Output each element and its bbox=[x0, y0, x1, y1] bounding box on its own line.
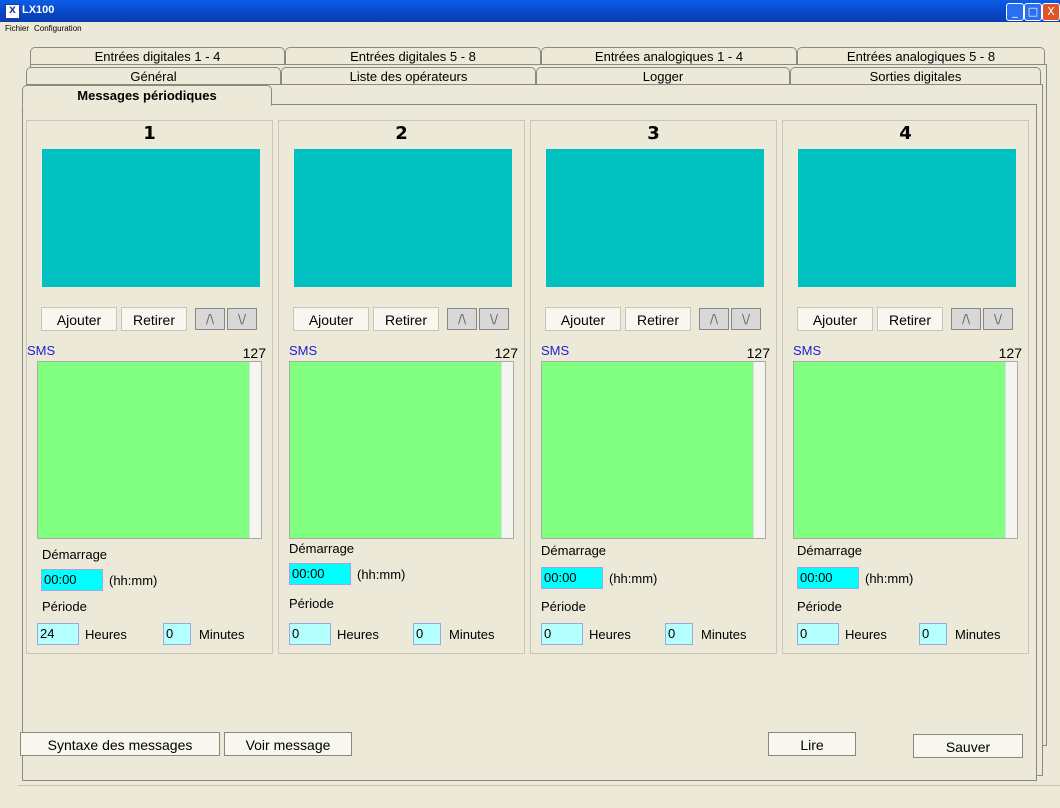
hours-label: Heures bbox=[337, 627, 379, 642]
minutes-input[interactable]: 0 bbox=[919, 623, 947, 645]
sms-label: SMS bbox=[27, 343, 56, 358]
start-unit-label: (hh:mm) bbox=[357, 567, 406, 582]
column-number: 1 bbox=[143, 123, 156, 144]
hours-label: Heures bbox=[589, 627, 631, 642]
start-label: Démarrage bbox=[42, 547, 108, 562]
scrollbar[interactable] bbox=[753, 362, 765, 538]
status-bar bbox=[18, 785, 1060, 808]
sms-text-area[interactable] bbox=[541, 361, 766, 539]
char-count: 127 bbox=[998, 345, 1022, 361]
window-title: LX100 bbox=[22, 4, 55, 16]
down-arrow-icon[interactable]: \/ bbox=[479, 308, 509, 330]
start-unit-label: (hh:mm) bbox=[865, 571, 914, 586]
add-button[interactable]: Ajouter bbox=[41, 307, 117, 331]
up-arrow-icon[interactable]: /\ bbox=[195, 308, 225, 330]
column-number: 3 bbox=[647, 123, 660, 144]
start-time-input[interactable]: 00:00 bbox=[289, 563, 351, 585]
menu-bar: Fichier Configuration bbox=[0, 22, 1060, 36]
up-arrow-icon[interactable]: /\ bbox=[699, 308, 729, 330]
hours-label: Heures bbox=[85, 627, 127, 642]
remove-button[interactable]: Retirer bbox=[625, 307, 691, 331]
message-syntax-button[interactable]: Syntaxe des messages bbox=[20, 732, 220, 756]
tab-periodic-messages[interactable]: Messages périodiques bbox=[22, 85, 272, 106]
message-list[interactable] bbox=[798, 149, 1016, 287]
read-button[interactable]: Lire bbox=[768, 732, 856, 756]
save-button[interactable]: Sauver bbox=[913, 734, 1023, 758]
up-arrow-icon[interactable]: /\ bbox=[447, 308, 477, 330]
start-unit-label: (hh:mm) bbox=[609, 571, 658, 586]
period-label: Période bbox=[42, 599, 87, 614]
minutes-label: Minutes bbox=[955, 627, 1001, 642]
sms-label: SMS bbox=[793, 343, 822, 358]
scrollbar[interactable] bbox=[249, 362, 261, 538]
add-button[interactable]: Ajouter bbox=[293, 307, 369, 331]
tab-operators[interactable]: Liste des opérateurs bbox=[281, 67, 536, 84]
hours-input[interactable]: 0 bbox=[797, 623, 839, 645]
start-unit-label: (hh:mm) bbox=[109, 573, 158, 588]
up-arrow-icon[interactable]: /\ bbox=[951, 308, 981, 330]
view-message-button[interactable]: Voir message bbox=[224, 732, 352, 756]
sms-label: SMS bbox=[541, 343, 570, 358]
start-label: Démarrage bbox=[541, 543, 607, 558]
column-number: 4 bbox=[899, 123, 912, 144]
add-button[interactable]: Ajouter bbox=[545, 307, 621, 331]
tab-general[interactable]: Général bbox=[26, 67, 281, 84]
add-button[interactable]: Ajouter bbox=[797, 307, 873, 331]
title-bar: X LX100 _ □ X bbox=[0, 0, 1060, 22]
scrollbar[interactable] bbox=[1005, 362, 1017, 538]
menu-fichier[interactable]: Fichier bbox=[5, 24, 29, 33]
down-arrow-icon[interactable]: \/ bbox=[227, 308, 257, 330]
message-list[interactable] bbox=[42, 149, 260, 287]
tab-analog-in-1-4[interactable]: Entrées analogiques 1 - 4 bbox=[541, 47, 797, 64]
start-time-input[interactable]: 00:00 bbox=[541, 567, 603, 589]
column-number: 2 bbox=[395, 123, 408, 144]
message-column-2: 2 Ajouter Retirer /\ \/ SMS 127 Démarrag… bbox=[278, 120, 525, 654]
char-count: 127 bbox=[746, 345, 770, 361]
minutes-label: Minutes bbox=[449, 627, 495, 642]
tab-digital-in-5-8[interactable]: Entrées digitales 5 - 8 bbox=[285, 47, 541, 64]
minutes-label: Minutes bbox=[199, 627, 245, 642]
minutes-input[interactable]: 0 bbox=[413, 623, 441, 645]
close-button[interactable]: X bbox=[1042, 3, 1060, 21]
message-list[interactable] bbox=[546, 149, 764, 287]
minutes-label: Minutes bbox=[701, 627, 747, 642]
sms-text-area[interactable] bbox=[289, 361, 514, 539]
hours-input[interactable]: 0 bbox=[541, 623, 583, 645]
maximize-button[interactable]: □ bbox=[1024, 3, 1042, 21]
hours-label: Heures bbox=[845, 627, 887, 642]
sms-label: SMS bbox=[289, 343, 318, 358]
char-count: 127 bbox=[242, 345, 266, 361]
scrollbar[interactable] bbox=[501, 362, 513, 538]
start-label: Démarrage bbox=[797, 543, 863, 558]
sms-text-area[interactable] bbox=[793, 361, 1018, 539]
down-arrow-icon[interactable]: \/ bbox=[983, 308, 1013, 330]
message-column-3: 3 Ajouter Retirer /\ \/ SMS 127 Démarrag… bbox=[530, 120, 777, 654]
remove-button[interactable]: Retirer bbox=[877, 307, 943, 331]
tab-analog-in-5-8[interactable]: Entrées analogiques 5 - 8 bbox=[797, 47, 1045, 64]
app-icon: X bbox=[5, 4, 20, 19]
minimize-button[interactable]: _ bbox=[1006, 3, 1024, 21]
char-count: 127 bbox=[494, 345, 518, 361]
period-label: Période bbox=[541, 599, 586, 614]
hours-input[interactable]: 0 bbox=[289, 623, 331, 645]
period-label: Période bbox=[797, 599, 842, 614]
minutes-input[interactable]: 0 bbox=[163, 623, 191, 645]
menu-configuration[interactable]: Configuration bbox=[34, 24, 82, 33]
start-label: Démarrage bbox=[289, 541, 355, 556]
message-column-1: 1 Ajouter Retirer /\ \/ SMS 127 Démarrag… bbox=[26, 120, 273, 654]
message-list[interactable] bbox=[294, 149, 512, 287]
down-arrow-icon[interactable]: \/ bbox=[731, 308, 761, 330]
start-time-input[interactable]: 00:00 bbox=[41, 569, 103, 591]
tab-logger[interactable]: Logger bbox=[536, 67, 790, 84]
remove-button[interactable]: Retirer bbox=[373, 307, 439, 331]
remove-button[interactable]: Retirer bbox=[121, 307, 187, 331]
tab-digital-in-1-4[interactable]: Entrées digitales 1 - 4 bbox=[30, 47, 285, 64]
hours-input[interactable]: 24 bbox=[37, 623, 79, 645]
tab-digital-out[interactable]: Sorties digitales bbox=[790, 67, 1041, 84]
period-label: Période bbox=[289, 596, 334, 611]
message-column-4: 4 Ajouter Retirer /\ \/ SMS 127 Démarrag… bbox=[782, 120, 1029, 654]
sms-text-area[interactable] bbox=[37, 361, 262, 539]
start-time-input[interactable]: 00:00 bbox=[797, 567, 859, 589]
minutes-input[interactable]: 0 bbox=[665, 623, 693, 645]
